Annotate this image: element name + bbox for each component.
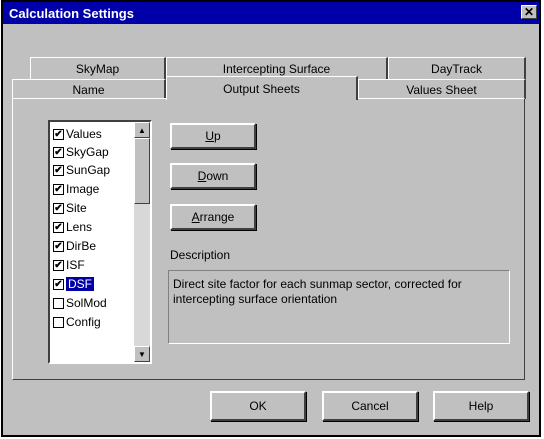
scroll-thumb[interactable] — [134, 138, 150, 204]
tab-label: Output Sheets — [223, 81, 300, 96]
list-item-label: SolMod — [66, 296, 107, 310]
list-item-label: Image — [66, 182, 100, 196]
tab-output-sheets[interactable]: Output Sheets — [166, 76, 358, 100]
list-scrollbar[interactable]: ▲ ▼ — [134, 122, 150, 362]
checkbox-solmod[interactable] — [53, 297, 64, 309]
tab-label: Values Sheet — [406, 82, 477, 97]
list-item-isf[interactable]: ✔ ISF — [53, 256, 85, 274]
list-item-lens[interactable]: ✔ Lens — [53, 218, 92, 236]
checkbox-dirbe[interactable]: ✔ — [53, 240, 64, 252]
title-bar[interactable]: Calculation Settings ✕ — [3, 2, 539, 24]
help-button[interactable]: Help — [433, 391, 529, 421]
up-button-label: Up — [205, 129, 221, 143]
list-item-label: Lens — [66, 220, 93, 234]
tab-label: SkyMap — [75, 61, 120, 76]
window-title: Calculation Settings — [9, 5, 134, 21]
description-text: Direct site factor for each sunmap secto… — [168, 270, 510, 344]
down-button[interactable]: Down — [170, 163, 256, 189]
list-item-label: DirBe — [66, 239, 97, 253]
checkbox-dsf[interactable]: ✔ — [53, 278, 64, 290]
list-item-label: Site — [66, 201, 87, 215]
checkbox-lens[interactable]: ✔ — [53, 221, 64, 233]
list-item-label: Values — [66, 127, 102, 141]
tab-name[interactable]: Name — [12, 79, 166, 99]
list-item-values[interactable]: ✔ Values — [53, 125, 102, 143]
checkbox-isf[interactable]: ✔ — [53, 259, 64, 271]
tab-daytrack[interactable]: DayTrack — [388, 57, 526, 79]
arrange-button[interactable]: Arrange — [170, 204, 256, 230]
list-item-label: SkyGap — [66, 145, 109, 159]
tab-label: DayTrack — [431, 61, 482, 76]
list-item-dirbe[interactable]: ✔ DirBe — [53, 237, 96, 255]
down-button-label: Down — [197, 169, 229, 183]
tab-label: Name — [72, 82, 105, 97]
list-item-site[interactable]: ✔ Site — [53, 199, 87, 217]
cancel-button-label: Cancel — [351, 399, 389, 413]
checkbox-sungap[interactable]: ✔ — [53, 164, 64, 176]
checkbox-skygap[interactable]: ✔ — [53, 146, 64, 158]
scroll-up-button[interactable]: ▲ — [134, 122, 150, 138]
ok-button-label: OK — [249, 399, 267, 413]
triangle-up-icon: ▲ — [138, 125, 146, 135]
close-button[interactable]: ✕ — [521, 5, 537, 19]
scroll-down-button[interactable]: ▼ — [134, 346, 150, 362]
checkbox-config[interactable] — [53, 316, 64, 328]
up-button[interactable]: Up — [170, 123, 256, 149]
list-item-label: DSF — [66, 277, 94, 291]
output-sheet-list[interactable]: ✔ Values ✔ SkyGap ✔ SunGap ✔ Image ✔ Sit… — [48, 120, 152, 364]
triangle-down-icon: ▼ — [138, 349, 146, 359]
checkbox-values[interactable]: ✔ — [53, 128, 64, 140]
tab-label: Intercepting Surface — [222, 61, 331, 76]
help-button-label: Help — [468, 399, 494, 413]
arrange-button-label: Arrange — [191, 210, 235, 224]
tab-values-sheet[interactable]: Values Sheet — [358, 79, 526, 99]
list-item-label: SunGap — [66, 163, 111, 177]
description-label: Description — [170, 248, 231, 262]
close-icon: ✕ — [523, 5, 535, 19]
checkbox-image[interactable]: ✔ — [53, 183, 64, 195]
ok-button[interactable]: OK — [210, 391, 306, 421]
list-item-dsf[interactable]: ✔ DSF — [53, 275, 94, 293]
checkbox-site[interactable]: ✔ — [53, 202, 64, 214]
list-item-sungap[interactable]: ✔ SunGap — [53, 161, 110, 179]
list-item-solmod[interactable]: SolMod — [53, 294, 107, 312]
list-item-image[interactable]: ✔ Image — [53, 180, 99, 198]
tab-skymap[interactable]: SkyMap — [30, 57, 166, 79]
cancel-button[interactable]: Cancel — [322, 391, 418, 421]
list-item-label: ISF — [66, 258, 85, 272]
list-item-config[interactable]: Config — [53, 313, 101, 331]
list-item-skygap[interactable]: ✔ SkyGap — [53, 143, 109, 161]
list-item-label: Config — [66, 315, 101, 329]
